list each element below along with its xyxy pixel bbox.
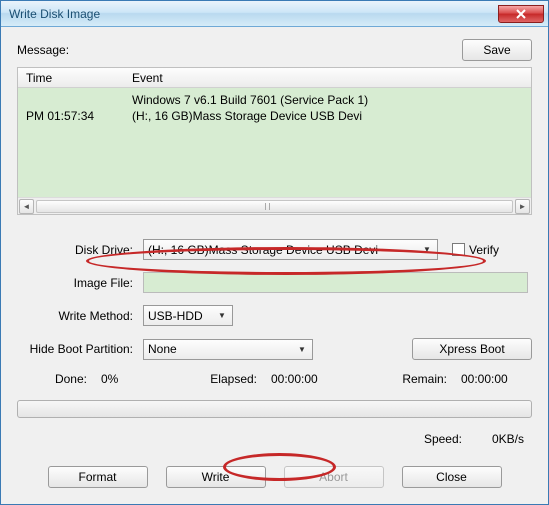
close-button[interactable]: Close xyxy=(402,466,502,488)
write-method-value: USB-HDD xyxy=(148,309,203,323)
write-method-select[interactable]: USB-HDD ▼ xyxy=(143,305,233,326)
message-list: Time Event Windows 7 v6.1 Build 7601 (Se… xyxy=(17,67,532,215)
verify-wrap: Verify xyxy=(452,243,499,257)
table-row[interactable]: PM 01:57:34 (H:, 16 GB)Mass Storage Devi… xyxy=(18,108,531,124)
hide-boot-row: Hide Boot Partition: None ▼ Xpress Boot xyxy=(17,338,532,360)
write-method-row: Write Method: USB-HDD ▼ xyxy=(17,305,532,326)
speed-label: Speed: xyxy=(424,432,462,446)
write-method-label: Write Method: xyxy=(17,309,137,323)
hide-boot-value: None xyxy=(148,342,177,356)
disk-drive-value: (H:, 16 GB)Mass Storage Device USB Devi xyxy=(148,243,378,257)
xpress-boot-button[interactable]: Xpress Boot xyxy=(412,338,532,360)
remain-value: 00:00:00 xyxy=(461,372,508,386)
scroll-right-icon[interactable]: ► xyxy=(515,199,530,214)
table-row[interactable]: Windows 7 v6.1 Build 7601 (Service Pack … xyxy=(18,92,531,108)
scroll-thumb[interactable] xyxy=(265,203,270,210)
progress-bar xyxy=(17,400,532,418)
hide-boot-select[interactable]: None ▼ xyxy=(143,339,313,360)
image-file-row: Image File: xyxy=(17,272,532,293)
form: Disk Drive: (H:, 16 GB)Mass Storage Devi… xyxy=(17,239,532,360)
titlebar: Write Disk Image xyxy=(1,1,548,27)
elapsed-value: 00:00:00 xyxy=(271,372,318,386)
chevron-down-icon: ▼ xyxy=(294,342,310,357)
done-value: 0% xyxy=(101,372,118,386)
image-file-input[interactable] xyxy=(143,272,528,293)
stats-row: Done: 0% Elapsed: 00:00:00 Remain: 00:00… xyxy=(17,372,532,386)
scroll-left-icon[interactable]: ◄ xyxy=(19,199,34,214)
write-button[interactable]: Write xyxy=(166,466,266,488)
message-label: Message: xyxy=(17,43,69,57)
save-button[interactable]: Save xyxy=(462,39,532,61)
client-area: Message: Save Time Event Windows 7 v6.1 … xyxy=(1,27,548,504)
window-title: Write Disk Image xyxy=(9,7,100,21)
cell-event: Windows 7 v6.1 Build 7601 (Service Pack … xyxy=(128,92,531,108)
message-list-body: Windows 7 v6.1 Build 7601 (Service Pack … xyxy=(18,88,531,197)
cell-time: PM 01:57:34 xyxy=(18,108,128,124)
window: Write Disk Image Message: Save Time Even… xyxy=(0,0,549,505)
cell-event: (H:, 16 GB)Mass Storage Device USB Devi xyxy=(128,108,531,124)
cell-time xyxy=(18,92,128,108)
abort-button: Abort xyxy=(284,466,384,488)
scroll-track[interactable] xyxy=(36,200,513,213)
message-list-header: Time Event xyxy=(18,68,531,88)
verify-checkbox[interactable] xyxy=(452,243,465,256)
button-row: Format Write Abort Close xyxy=(17,466,532,488)
verify-label: Verify xyxy=(469,243,499,257)
chevron-down-icon: ▼ xyxy=(214,308,230,323)
col-header-time[interactable]: Time xyxy=(18,71,128,85)
hide-boot-label: Hide Boot Partition: xyxy=(17,342,137,356)
format-button[interactable]: Format xyxy=(48,466,148,488)
remain-label: Remain: xyxy=(377,372,447,386)
disk-drive-select[interactable]: (H:, 16 GB)Mass Storage Device USB Devi … xyxy=(143,239,438,260)
speed-value: 0KB/s xyxy=(492,432,524,446)
message-header-row: Message: Save xyxy=(17,39,532,61)
close-icon xyxy=(516,9,526,19)
disk-drive-label: Disk Drive: xyxy=(17,243,137,257)
speed-row: Speed: 0KB/s xyxy=(17,432,532,446)
image-file-label: Image File: xyxy=(17,276,137,290)
disk-drive-row: Disk Drive: (H:, 16 GB)Mass Storage Devi… xyxy=(17,239,532,260)
done-label: Done: xyxy=(27,372,87,386)
elapsed-label: Elapsed: xyxy=(187,372,257,386)
chevron-down-icon: ▼ xyxy=(419,242,435,257)
col-header-event[interactable]: Event xyxy=(128,71,531,85)
horizontal-scrollbar[interactable]: ◄ ► xyxy=(18,197,531,214)
close-window-button[interactable] xyxy=(498,5,544,23)
